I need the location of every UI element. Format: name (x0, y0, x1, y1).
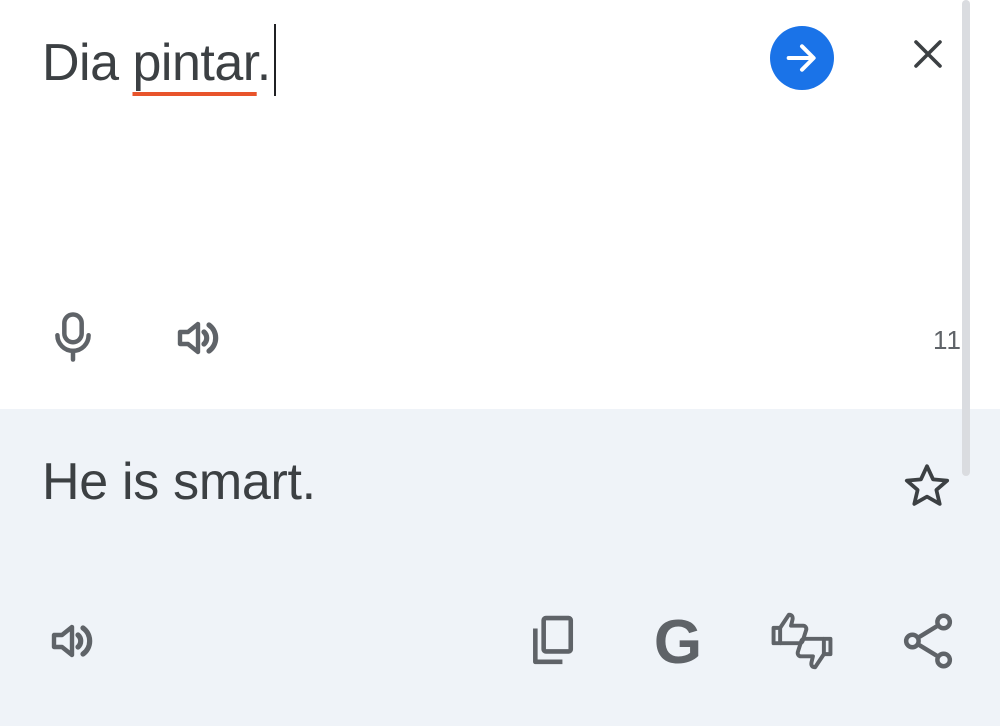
thumbs-feedback-icon (771, 612, 833, 670)
volume-icon (51, 624, 93, 658)
microphone-button[interactable] (46, 308, 100, 366)
microphone-icon (55, 312, 91, 362)
google-g-icon: G (653, 608, 703, 677)
close-icon (914, 40, 942, 68)
character-count: 11 (933, 325, 962, 355)
save-translation-button[interactable] (900, 459, 954, 513)
misspelled-word[interactable]: pintar (132, 34, 257, 92)
text-caret (273, 24, 276, 96)
clear-button[interactable] (904, 30, 952, 78)
source-listen-button[interactable] (170, 311, 226, 365)
source-panel: Dia pintar. 11 (0, 0, 1000, 409)
translate-go-button[interactable] (770, 26, 834, 90)
feedback-button[interactable] (766, 609, 838, 673)
google-search-button[interactable]: G (650, 608, 706, 677)
scrollbar[interactable] (962, 0, 970, 476)
arrow-forward-icon (786, 44, 816, 72)
translation-panel: He is smart. G (0, 409, 1000, 726)
source-word: Dia (42, 34, 133, 92)
source-punctuation: . (256, 34, 271, 92)
volume-icon (177, 321, 219, 355)
translation-text: He is smart. (42, 453, 316, 511)
share-button[interactable] (900, 611, 956, 671)
copy-button[interactable] (524, 611, 580, 671)
share-icon (903, 613, 953, 669)
source-text-input[interactable]: Dia pintar. (42, 24, 276, 96)
translation-listen-button[interactable] (44, 614, 100, 668)
copy-icon (533, 615, 574, 665)
star-outline-icon (904, 464, 950, 506)
